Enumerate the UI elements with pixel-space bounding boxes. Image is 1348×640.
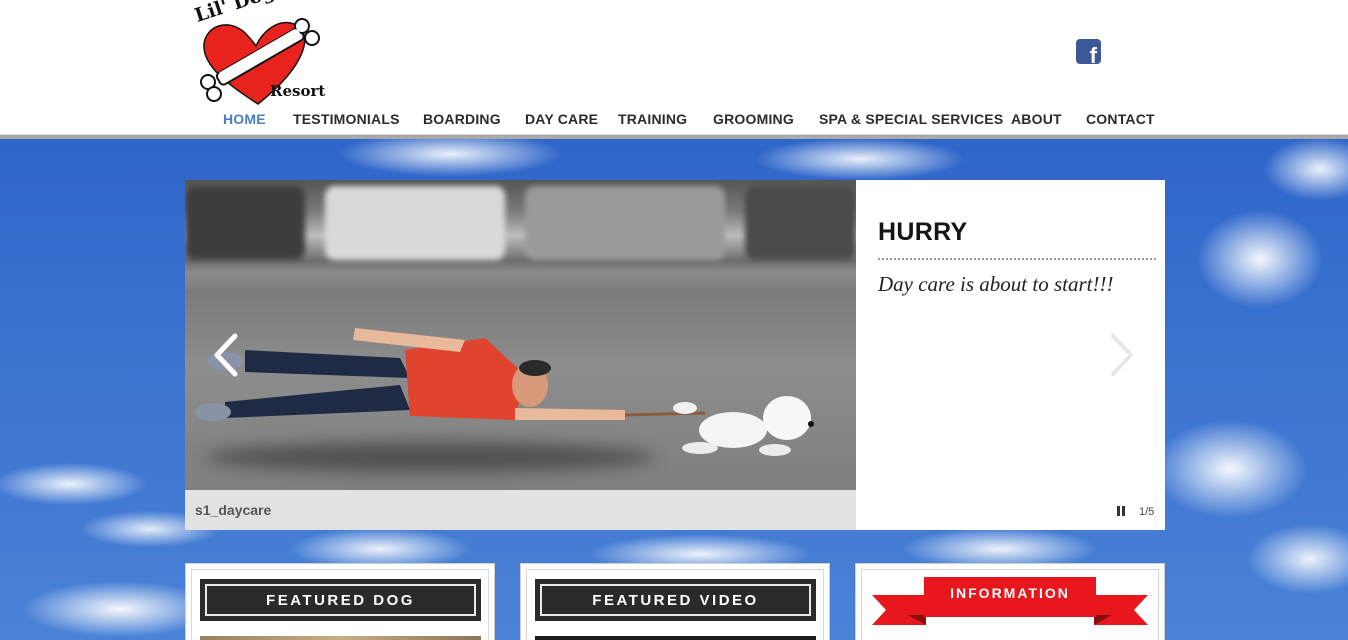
slide-caption-bar: s1_daycare (185, 490, 856, 530)
facebook-glyph: f (1089, 43, 1097, 65)
chevron-left-icon[interactable] (211, 332, 241, 378)
facebook-icon[interactable]: f (1076, 39, 1101, 64)
slide-image (185, 180, 856, 490)
slide-title: HURRY (878, 218, 968, 246)
main-nav: HOME TESTIMONIALS BOARDING DAY CARE TRAI… (0, 109, 1348, 131)
dotted-divider (878, 258, 1156, 260)
logo-text-resort: Resort (270, 82, 326, 100)
chevron-right-icon[interactable] (1107, 332, 1137, 378)
featured-dog-label: FEATURED DOG (266, 591, 415, 609)
nav-about[interactable]: ABOUT (1011, 111, 1062, 127)
slide-caption: s1_daycare (195, 502, 272, 518)
nav-testimonials[interactable]: TESTIMONIALS (293, 111, 400, 127)
featured-dog-box: FEATURED DOG (185, 563, 495, 640)
information-label: INFORMATION (950, 585, 1070, 601)
site-logo[interactable]: Lil' Dogs Resort (190, 0, 330, 106)
featured-dog-image[interactable] (200, 636, 481, 640)
nav-spa-special-services[interactable]: SPA & SPECIAL SERVICES (819, 111, 1003, 127)
site-header: Lil' Dogs Resort f HOME TESTIMONIALS BOA… (0, 0, 1348, 134)
nav-day-care[interactable]: DAY CARE (525, 111, 598, 127)
featured-video-label: FEATURED VIDEO (592, 591, 759, 609)
pause-icon[interactable] (1117, 506, 1126, 516)
man-and-dog-illustration (195, 328, 814, 456)
information-ribbon: INFORMATION (872, 577, 1148, 627)
nav-grooming[interactable]: GROOMING (713, 111, 794, 127)
featured-video-box: FEATURED VIDEO (520, 563, 830, 640)
nav-training[interactable]: TRAINING (618, 111, 687, 127)
slideshow: s1_daycare HURRY Day care is about to st… (185, 180, 1165, 530)
nav-home[interactable]: HOME (223, 111, 266, 127)
featured-video-player[interactable] (535, 636, 816, 640)
featured-dog-heading: FEATURED DOG (200, 579, 481, 621)
information-box: INFORMATION (855, 563, 1165, 640)
slide-description: Day care is about to start!!! (878, 272, 1114, 296)
nav-boarding[interactable]: BOARDING (423, 111, 501, 127)
slide-counter: 1/5 (1139, 506, 1155, 518)
nav-contact[interactable]: CONTACT (1086, 111, 1155, 127)
featured-video-heading: FEATURED VIDEO (535, 579, 816, 621)
